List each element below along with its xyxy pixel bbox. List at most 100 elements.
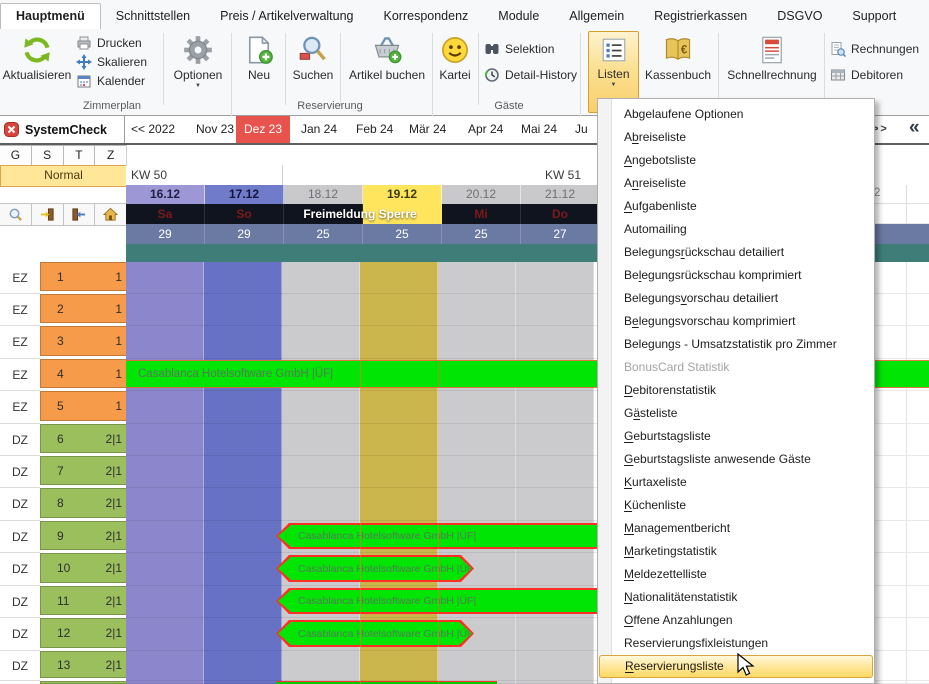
- menu-item[interactable]: Belegungsrückschau komprimiert: [598, 264, 874, 287]
- grid-cell[interactable]: [282, 456, 360, 488]
- menu-item[interactable]: Küchenliste: [598, 494, 874, 517]
- grid-cell[interactable]: [282, 262, 360, 294]
- room-number-cell[interactable]: 11: [40, 262, 127, 291]
- home-button[interactable]: [95, 204, 127, 225]
- grid-cell[interactable]: [126, 488, 204, 521]
- grid-cell[interactable]: [360, 391, 438, 424]
- nav-month[interactable]: Ju: [575, 122, 588, 136]
- kalender-button[interactable]: Kalender: [76, 71, 145, 90]
- system-check[interactable]: SystemCheck: [0, 116, 125, 143]
- room-number-cell[interactable]: 92|1: [40, 521, 127, 550]
- menu-item[interactable]: Gästeliste: [598, 402, 874, 425]
- grid-cell[interactable]: [360, 456, 438, 488]
- date-cell[interactable]: 19.12: [363, 185, 442, 204]
- grid-cell[interactable]: [282, 294, 360, 326]
- checkout-button[interactable]: [64, 204, 96, 225]
- nav-month[interactable]: Feb 24: [356, 122, 393, 136]
- suchen-button[interactable]: Suchen: [288, 31, 338, 111]
- grid-cell[interactable]: [438, 456, 516, 488]
- tab-dsgvo[interactable]: DSGVO: [762, 4, 837, 29]
- room-number-cell[interactable]: 102|1: [40, 553, 127, 583]
- grid-cell[interactable]: [282, 424, 360, 456]
- grid-cell[interactable]: [204, 618, 282, 651]
- rechnungen-button[interactable]: Rechnungen: [830, 39, 919, 58]
- grid-cell[interactable]: [282, 488, 360, 521]
- grid-cell[interactable]: [204, 262, 282, 294]
- grid-cell[interactable]: [438, 424, 516, 456]
- room-number-cell[interactable]: 31: [40, 326, 127, 356]
- grid-cell[interactable]: [282, 651, 360, 681]
- grid-cell[interactable]: [126, 424, 204, 456]
- column-t[interactable]: T: [64, 146, 96, 166]
- menu-item[interactable]: Saldenliste: [598, 678, 874, 684]
- drucken-button[interactable]: Drucken: [76, 33, 142, 52]
- neu-button[interactable]: Neu: [235, 31, 283, 111]
- grid-cell[interactable]: [204, 456, 282, 488]
- zoom-button[interactable]: [0, 204, 32, 225]
- tab-schnittstellen[interactable]: Schnittstellen: [101, 4, 205, 29]
- grid-cell[interactable]: [126, 294, 204, 326]
- menu-item[interactable]: Geburtstagsliste anwesende Gäste: [598, 448, 874, 471]
- grid-cell[interactable]: [204, 488, 282, 521]
- grid-cell[interactable]: [204, 424, 282, 456]
- skalieren-button[interactable]: Skalieren: [76, 52, 147, 71]
- room-number-cell[interactable]: 82|1: [40, 488, 127, 518]
- grid-cell[interactable]: [126, 553, 204, 586]
- nav-month-active[interactable]: Dez 23: [236, 116, 290, 143]
- grid-cell[interactable]: [126, 326, 204, 359]
- grid-cell[interactable]: [204, 294, 282, 326]
- menu-item[interactable]: Abgelaufene Optionen: [598, 103, 874, 126]
- nav-month[interactable]: Nov 23: [196, 122, 234, 136]
- grid-cell[interactable]: [204, 586, 282, 618]
- collapse-chevron-icon[interactable]: «: [909, 117, 920, 139]
- grid-cell[interactable]: [204, 521, 282, 553]
- column-g[interactable]: G: [0, 146, 32, 166]
- nav-month[interactable]: Mai 24: [521, 122, 557, 136]
- grid-cell[interactable]: [438, 488, 516, 521]
- menu-item[interactable]: BonusCard Statistik: [598, 356, 874, 379]
- grid-cell[interactable]: [204, 553, 282, 586]
- nav-month[interactable]: Jan 24: [301, 122, 337, 136]
- room-number-cell[interactable]: 41: [40, 359, 127, 388]
- column-z[interactable]: Z: [95, 146, 127, 166]
- artikel-buchen-button[interactable]: Artikel buchen: [343, 31, 431, 111]
- category-normal[interactable]: Normal: [0, 165, 127, 187]
- menu-item[interactable]: Belegungs - Umsatzstatistik pro Zimmer: [598, 333, 874, 356]
- grid-cell[interactable]: [204, 326, 282, 359]
- room-number-cell[interactable]: 62|1: [40, 424, 127, 453]
- grid-cell[interactable]: [360, 424, 438, 456]
- menu-item[interactable]: Debitorenstatistik: [598, 379, 874, 402]
- tab-korrespondenz[interactable]: Korrespondenz: [369, 4, 484, 29]
- grid-cell[interactable]: [204, 651, 282, 681]
- grid-cell[interactable]: [360, 294, 438, 326]
- menu-item[interactable]: Kurtaxeliste: [598, 471, 874, 494]
- grid-cell[interactable]: [360, 488, 438, 521]
- date-cell[interactable]: 18.12: [284, 185, 363, 204]
- tab-allgemein[interactable]: Allgemein: [554, 4, 639, 29]
- menu-item[interactable]: Belegungsvorschau detailiert: [598, 287, 874, 310]
- room-number-cell[interactable]: 21: [40, 294, 127, 323]
- menu-item[interactable]: Belegungsrückschau detailiert: [598, 241, 874, 264]
- grid-cell[interactable]: [438, 651, 516, 681]
- menu-item[interactable]: Marketingstatistik: [598, 540, 874, 563]
- nav-month[interactable]: Apr 24: [468, 122, 503, 136]
- grid-cell[interactable]: [126, 521, 204, 553]
- grid-cell[interactable]: [282, 326, 360, 359]
- room-number-cell[interactable]: 122|1: [40, 618, 127, 648]
- menu-item[interactable]: Abreiseliste: [598, 126, 874, 149]
- grid-cell[interactable]: [516, 553, 594, 586]
- grid-cell[interactable]: [126, 391, 204, 424]
- grid-cell[interactable]: [126, 262, 204, 294]
- menu-item[interactable]: Angebotsliste: [598, 149, 874, 172]
- room-number-cell[interactable]: 72|1: [40, 456, 127, 485]
- optionen-button[interactable]: Optionen ▼: [166, 31, 230, 111]
- nav-prev-year[interactable]: << 2022: [131, 122, 175, 136]
- grid-cell[interactable]: [438, 326, 516, 359]
- detail-history-button[interactable]: Detail-History: [484, 65, 577, 84]
- grid-cell[interactable]: [516, 618, 594, 651]
- date-cell[interactable]: 16.12: [126, 185, 205, 204]
- menu-item[interactable]: Reservierungsliste: [599, 655, 873, 678]
- reservation-bar[interactable]: Casablanca Hotelsoftware GmbH |ÜF|2: [276, 555, 474, 582]
- nav-month[interactable]: Mär 24: [409, 122, 446, 136]
- menu-item[interactable]: Meldezettelliste: [598, 563, 874, 586]
